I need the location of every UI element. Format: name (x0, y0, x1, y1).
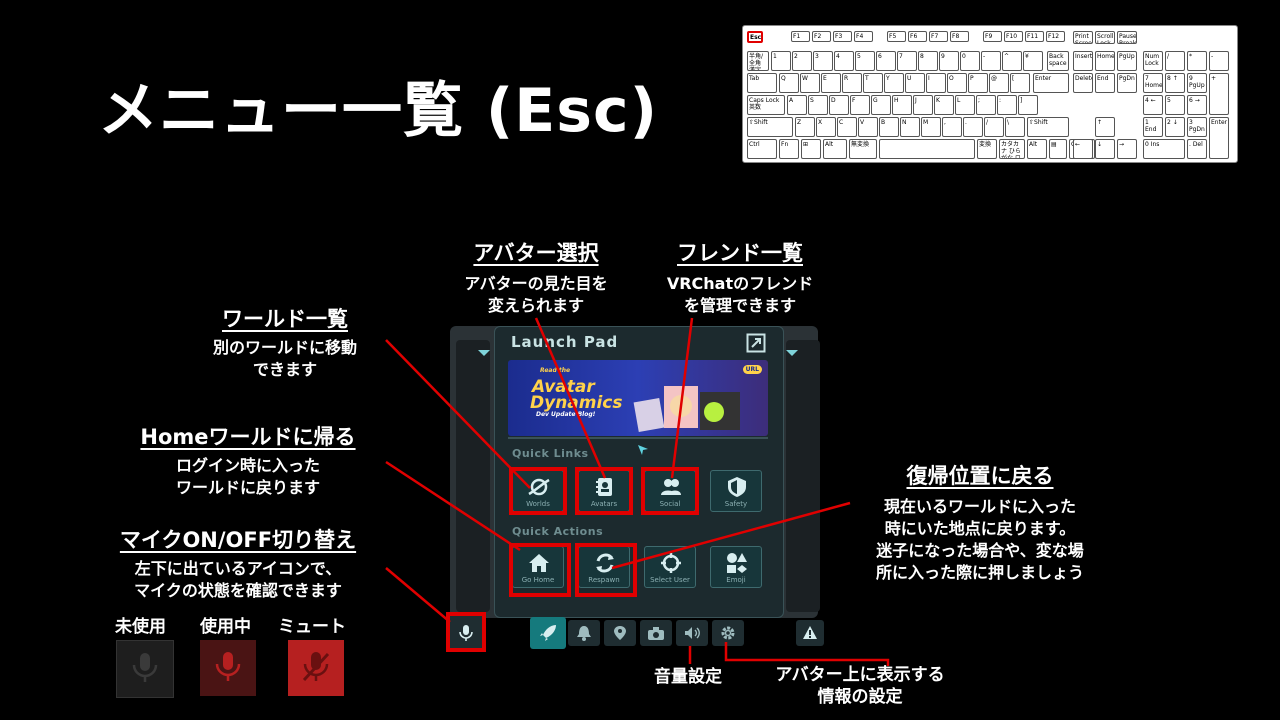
mic-unused-icon (132, 653, 158, 682)
worlds-desc-2: できます (252, 360, 317, 379)
mic-unused-example (116, 640, 174, 698)
home-desc-1: ログイン時に入った (175, 456, 320, 475)
avatar-info-annotation: アバター上に表示する 情報の設定 (760, 664, 960, 708)
worlds-desc-1: 別のワールドに移動 (212, 338, 357, 357)
respawn-desc-3: 迷子になった場合や、変な場 (876, 541, 1084, 560)
mic-state-unused-label: 未使用 (115, 617, 166, 637)
mic-heading: マイクON/OFF切り替え (119, 528, 357, 552)
home-heading: Homeワールドに帰る (140, 425, 356, 449)
avatar-heading: アバター選択 (473, 241, 599, 265)
friends-annotation: フレンド一覧 VRChatのフレンド を管理できます (650, 237, 830, 317)
friends-heading: フレンド一覧 (677, 241, 803, 265)
respawn-desc-1: 現在いるワールドに入った (883, 497, 1076, 516)
friends-desc-2: を管理できます (683, 296, 796, 315)
avatar-desc-2: 変えられます (487, 296, 584, 315)
mic-mute-icon (302, 652, 330, 682)
mic-desc-1: 左下に出ているアイコンで、 (134, 559, 342, 578)
respawn-desc-2: 時にいた地点に戻ります。 (884, 519, 1076, 538)
avatar-annotation: アバター選択 アバターの見た目を 変えられます (456, 237, 616, 317)
worlds-heading: ワールド一覧 (222, 307, 348, 331)
respawn-annotation: 復帰位置に戻る 現在いるワールドに入った 時にいた地点に戻ります。 迷子になった… (850, 460, 1110, 584)
mic-state-mute-label: ミュート (278, 617, 346, 637)
respawn-heading: 復帰位置に戻る (906, 464, 1054, 488)
mic-in-use-example (200, 640, 256, 696)
avatar-desc-1: アバターの見た目を (464, 274, 608, 293)
home-annotation: Homeワールドに帰る ログイン時に入った ワールドに戻ります (120, 421, 376, 499)
worlds-annotation: ワールド一覧 別のワールドに移動 できます (190, 303, 380, 381)
respawn-desc-4: 所に入った際に押しましょう (875, 563, 1084, 582)
mic-desc-2: マイクの状態を確認できます (134, 581, 342, 600)
mic-in-use-icon (215, 652, 241, 681)
mic-annotation: マイクON/OFF切り替え 左下に出ているアイコンで、 マイクの状態を確認できま… (100, 524, 376, 602)
volume-annotation: 音量設定 (654, 667, 722, 687)
friends-desc-1: VRChatのフレンド (666, 274, 814, 293)
avatar-info-1: アバター上に表示する (775, 665, 945, 685)
home-desc-2: ワールドに戻ります (175, 478, 320, 497)
mic-mute-example (288, 640, 344, 696)
mic-state-in-use-label: 使用中 (200, 617, 251, 637)
avatar-info-2: 情報の設定 (817, 687, 903, 707)
